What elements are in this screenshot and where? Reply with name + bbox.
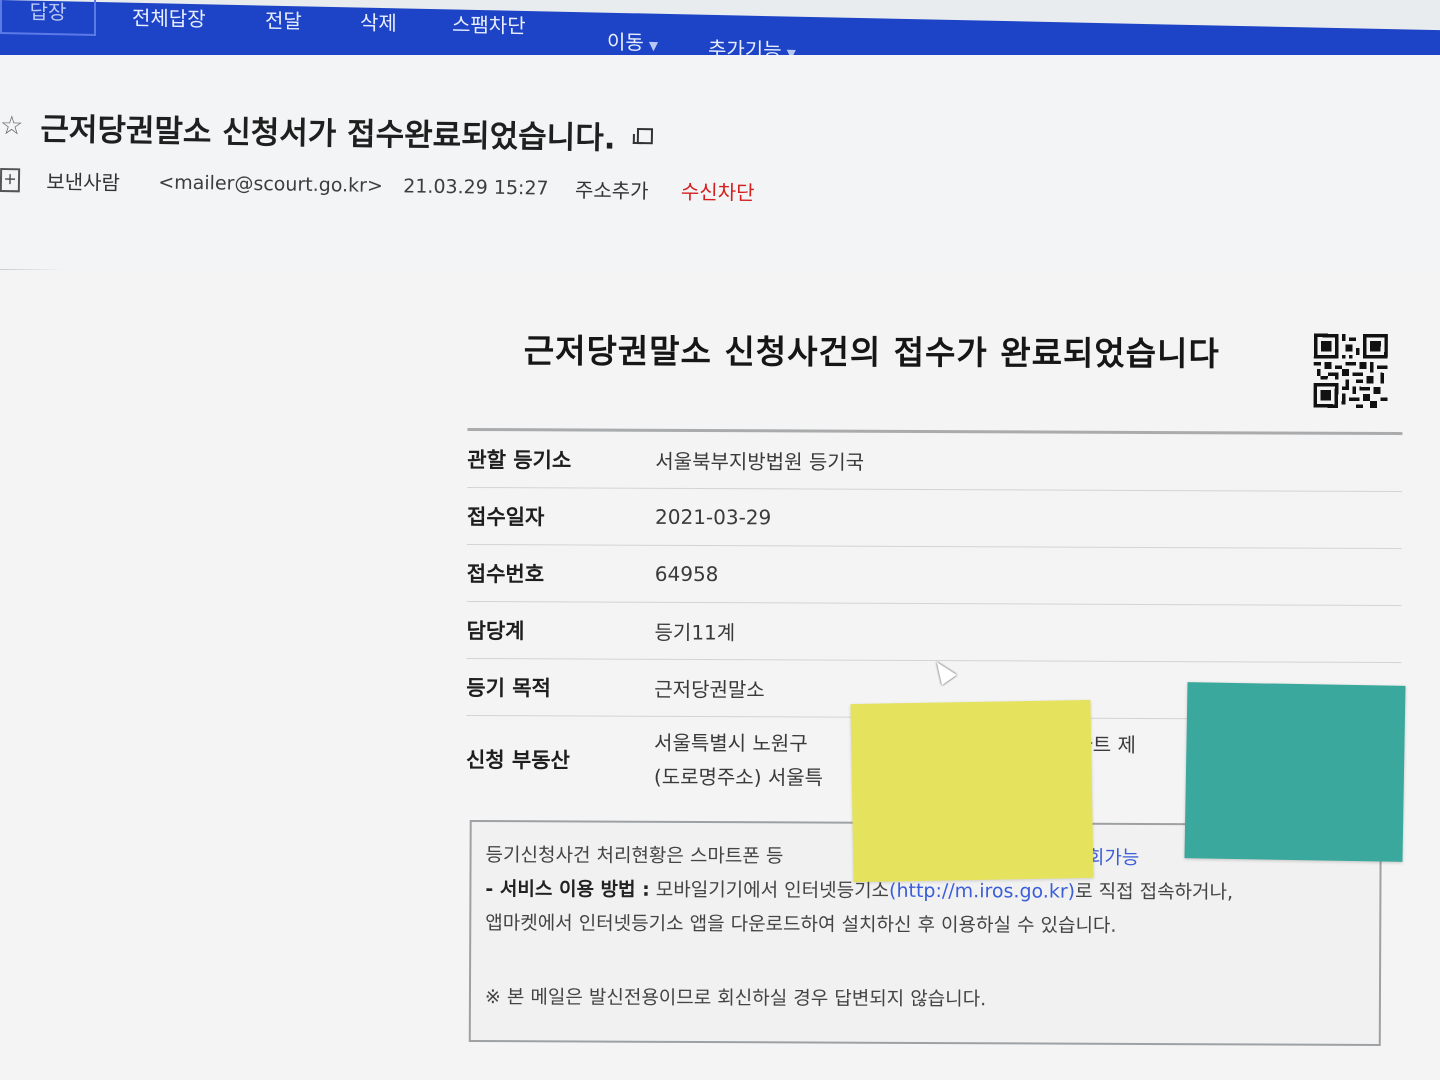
service-usage-text: 모바일기기에서 인터넷등기소 xyxy=(649,878,890,902)
row-label: 접수일자 xyxy=(467,504,545,530)
row-label: 신청 부동산 xyxy=(465,747,570,773)
document-title: 근저당권말소 신청사건의 접수가 완료되었습니다 xyxy=(523,331,1220,374)
sender-email[interactable]: <mailer@scourt.go.kr> xyxy=(158,171,383,197)
copy-icon[interactable] xyxy=(636,127,653,144)
sticky-note-teal xyxy=(1184,682,1406,862)
row-label: 등기 목적 xyxy=(466,675,551,701)
notice-line-3: 앱마켓에서 인터넷등기소 앱을 다운로드하여 설치하신 후 이용하실 수 있습니… xyxy=(485,912,1117,937)
row-value: 근저당권말소 xyxy=(654,677,765,702)
row-value: 2021-03-29 xyxy=(655,504,772,530)
reply-button[interactable]: 답장 xyxy=(0,0,96,37)
row-label: 관할 등기소 xyxy=(467,447,572,473)
row-value: 64958 xyxy=(654,561,719,587)
sticky-note-yellow xyxy=(850,699,1094,883)
receipt-document: 근저당권말소 신청사건의 접수가 완료되었습니다 관할 등기소 서울북부지방법원… xyxy=(466,300,1403,1046)
service-usage-heading: - 서비스 이용 방법 : xyxy=(485,878,650,901)
star-icon[interactable]: ☆ xyxy=(0,111,24,141)
delete-button[interactable]: 삭제 xyxy=(360,8,397,39)
notice-line-4: ※ 본 메일은 발신전용이므로 회신하실 경우 답변되지 않습니다. xyxy=(484,986,987,1011)
table-row-registry-office: 관할 등기소 서울북부지방법원 등기국 xyxy=(467,430,1403,493)
block-sender-link[interactable]: 수신차단 xyxy=(681,180,755,205)
sender-row: + 보낸사람 <mailer@scourt.go.kr> 21.03.29 15… xyxy=(0,165,755,206)
service-usage-tail: 로 직접 접속하거나, xyxy=(1075,880,1234,904)
plus-icon[interactable]: + xyxy=(0,167,21,192)
spam-block-button[interactable]: 스팸차단 xyxy=(452,9,526,41)
mail-body: 근저당권말소 신청사건의 접수가 완료되었습니다 관할 등기소 서울북부지방법원… xyxy=(0,270,1440,1080)
notice-line-1-start: 등기신청사건 처리현황은 스마트폰 등 xyxy=(485,844,784,868)
sender-label: 보낸사람 xyxy=(46,169,121,195)
row-value: 등기11계 xyxy=(654,620,736,645)
table-row-receipt-number: 접수번호 64958 xyxy=(466,544,1402,607)
qr-code-icon xyxy=(1313,333,1388,409)
reply-all-button[interactable]: 전체답장 xyxy=(132,3,206,35)
chevron-down-icon: ▼ xyxy=(648,38,659,53)
mail-subject: 근저당권말소 신청서가 접수완료되었습니다. xyxy=(40,111,616,157)
subject-row: ☆ 근저당권말소 신청서가 접수완료되었습니다. xyxy=(0,103,653,158)
add-address-link[interactable]: 주소추가 xyxy=(575,178,649,203)
property-address-start: 서울특별시 노원구 xyxy=(654,730,808,756)
mail-header: ☆ 근저당권말소 신청서가 접수완료되었습니다. + 보낸사람 <mailer@… xyxy=(0,55,1440,293)
table-row-receipt-date: 접수일자 2021-03-29 xyxy=(466,487,1403,550)
forward-button[interactable]: 전달 xyxy=(265,6,302,37)
table-row-department: 담당계 등기11계 xyxy=(466,601,1402,664)
row-label: 접수번호 xyxy=(466,561,545,587)
sent-date: 21.03.29 15:27 xyxy=(403,174,549,200)
move-label: 이동 xyxy=(607,29,644,55)
row-value: 서울북부지방법원 등기국 xyxy=(655,449,865,475)
row-label: 담당계 xyxy=(466,618,525,644)
iros-link[interactable]: (http://m.iros.go.kr) xyxy=(889,880,1075,903)
